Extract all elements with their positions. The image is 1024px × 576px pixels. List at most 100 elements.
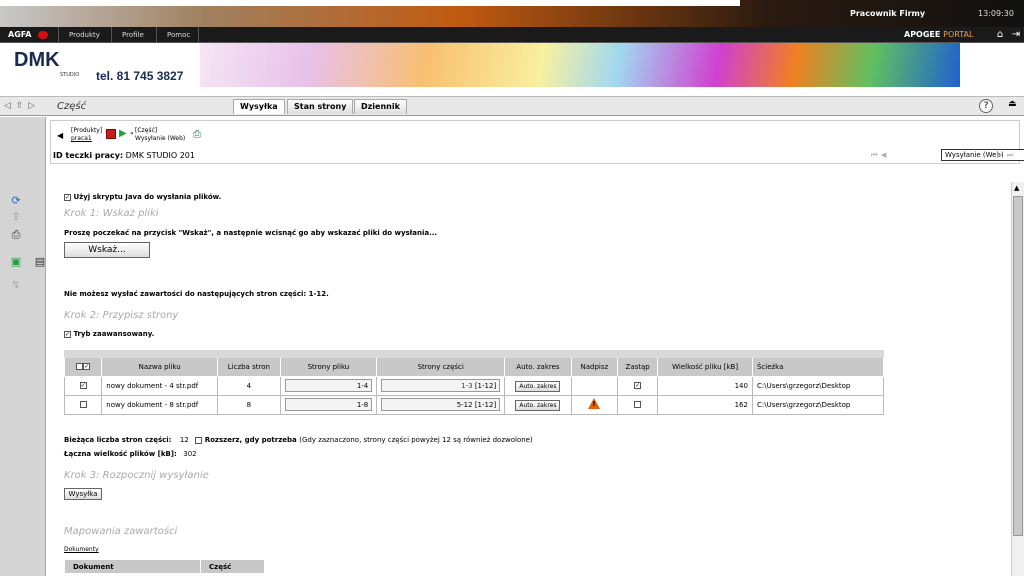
- col-overwrite: Nadpisz: [570, 350, 619, 377]
- file-pages-cell: 1-4: [279, 375, 378, 396]
- col-path: Ścieżka: [751, 350, 885, 377]
- main-scrollbar[interactable]: ▲: [1011, 182, 1024, 576]
- print-icon[interactable]: ⎙: [9, 229, 23, 241]
- part-pages-value: 1-3: [461, 382, 473, 390]
- auto-range-button[interactable]: Auto. zakres: [515, 399, 561, 411]
- java-checkbox[interactable]: ✓: [64, 193, 71, 201]
- link-icon: ↯: [11, 278, 21, 291]
- menu-item-profile[interactable]: Profile: [111, 27, 154, 43]
- portal-sub: PORTAL: [943, 30, 974, 39]
- breadcrumb-separator-icon: »: [130, 130, 134, 137]
- replace-cell: [616, 394, 659, 415]
- file-name: nowy dokument - 8 str.pdf: [101, 394, 219, 415]
- clock: 13:09:30: [978, 9, 1014, 18]
- menu-item-pomoc[interactable]: Pomoc: [156, 27, 200, 43]
- refresh-icon[interactable]: ⟳: [9, 195, 23, 207]
- pdf-icon[interactable]: [106, 129, 116, 139]
- agfa-logo: AGFA: [8, 30, 32, 39]
- logout-icon[interactable]: ⇥: [1010, 29, 1022, 41]
- dmk-logo: DMK: [14, 49, 60, 71]
- total-size-label: Łączna wielkość plików [kB]:: [64, 450, 177, 458]
- printer-icon[interactable]: ▤: [33, 256, 47, 268]
- extend-checkbox[interactable]: [195, 436, 203, 444]
- files-table: ✓ Nazwa pliku Liczba stron Strony pliku …: [63, 350, 885, 415]
- mapping-title: Mapowania zawartości: [64, 526, 178, 537]
- select-all-checkbox[interactable]: ✓: [83, 363, 91, 371]
- part-pages-range: [1-12]: [474, 401, 497, 409]
- add-file-icon[interactable]: ▣: [9, 256, 23, 268]
- row-checkbox[interactable]: ✓: [79, 382, 87, 389]
- total-size-info: Łączna wielkość plików [kB]: 302: [64, 450, 197, 458]
- select-all-header: ✓: [63, 350, 103, 377]
- top-bar-strip: [0, 0, 740, 6]
- breadcrumb-produkty: [Produkty] praca1: [71, 127, 102, 143]
- row-select-cell: [63, 394, 103, 415]
- step3-title: Krok 3: Rozpocznij wysyłanie: [64, 470, 209, 481]
- file-name: nowy dokument - 4 str.pdf: [101, 375, 219, 396]
- col-part-pages: Strony części: [376, 350, 506, 377]
- banner-art: [200, 43, 960, 87]
- mapping-col-document: Dokument: [64, 559, 201, 574]
- step1-instructions: Proszę poczekać na przycisk "Wskaż", a n…: [64, 229, 438, 237]
- play-icon[interactable]: ▶: [119, 128, 127, 139]
- breadcrumb-produkty-label: [Produkty]: [71, 127, 103, 134]
- browse-button[interactable]: Wskaż...: [64, 242, 150, 258]
- replace-cell: ✓: [616, 375, 659, 396]
- part-pages-input[interactable]: 1-3 [1-12]: [381, 379, 501, 392]
- collapse-icon[interactable]: ⏏: [1008, 99, 1017, 109]
- auto-range-button[interactable]: Auto. zakres: [515, 380, 561, 392]
- table-row: ✓ nowy dokument - 4 str.pdf 4 1-4 1-3 [1…: [63, 375, 885, 396]
- scroll-up-icon[interactable]: ▲: [1014, 184, 1019, 192]
- replace-checkbox[interactable]: ✓: [634, 382, 642, 389]
- advanced-checkbox[interactable]: ✓: [64, 330, 71, 338]
- history-nav-icon[interactable]: ◁ ⇧ ▷: [4, 101, 36, 111]
- section-title: Część: [57, 101, 87, 112]
- cannot-send-message: Nie możesz wysłać zawartości do następuj…: [64, 290, 329, 298]
- part-pages-range: [1-12]: [474, 382, 497, 390]
- auto-range-cell: Auto. zakres: [504, 394, 572, 415]
- breadcrumb-praca-link[interactable]: praca1: [71, 135, 92, 142]
- stage-dropdown-value: Wysyłanie (Web): [945, 151, 1004, 159]
- job-id-value: DMK STUDIO 201: [125, 151, 195, 160]
- table-header-row: ✓ Nazwa pliku Liczba stron Strony pliku …: [63, 350, 885, 377]
- apogee-portal-logo: APOGEE PORTAL: [904, 30, 973, 39]
- send-button[interactable]: Wysyłka: [64, 488, 102, 500]
- menu-divider: [198, 27, 199, 43]
- back-arrow-icon[interactable]: ◀: [57, 131, 63, 140]
- home-icon[interactable]: ⌂: [994, 29, 1006, 41]
- mapping-col-part: Część: [200, 559, 265, 574]
- tab-stan-strony[interactable]: Stan strony: [287, 99, 354, 114]
- scrollbar-thumb[interactable]: [1013, 196, 1023, 536]
- web-upload-icon[interactable]: ⎙: [193, 129, 201, 140]
- pager-last-icon: ⏭: [1007, 151, 1014, 159]
- banner: DMK STUDIO tel. 81 745 3827: [0, 43, 1024, 87]
- pager-prev-icon: ◀: [881, 151, 887, 159]
- auto-range-cell: Auto. zakres: [504, 375, 572, 396]
- documents-link[interactable]: Dokumenty: [64, 546, 99, 553]
- replace-checkbox[interactable]: [634, 401, 642, 408]
- file-pages-input[interactable]: 1-4: [284, 379, 373, 392]
- part-pages-cell: 5-12 [1-12]: [376, 394, 506, 415]
- row-checkbox[interactable]: [79, 401, 87, 408]
- current-pages-info: Bieżąca liczba stron części: 12 Rozszerz…: [64, 436, 533, 444]
- col-file-name: Nazwa pliku: [101, 350, 219, 377]
- pager-next-icon: ▶: [997, 151, 1003, 159]
- table-row: nowy dokument - 8 str.pdf 8 1-8 5-12 [1-…: [63, 394, 885, 415]
- menu-item-produkty[interactable]: Produkty: [58, 27, 110, 43]
- file-path: C:\Users\grzegorz\Desktop: [751, 394, 885, 415]
- help-icon[interactable]: ?: [979, 99, 993, 113]
- total-size-value: 302: [183, 450, 197, 458]
- tab-wysylka[interactable]: Wysyłka: [233, 99, 285, 114]
- file-pages-input[interactable]: 1-8: [284, 398, 373, 411]
- col-replace: Zastąp: [616, 350, 659, 377]
- file-size: 162: [657, 394, 753, 415]
- job-id-label: ID teczki pracy:: [53, 151, 124, 160]
- step2-title: Krok 2: Przypisz strony: [64, 310, 179, 321]
- current-pages-value: 12: [179, 436, 189, 444]
- advanced-label: Tryb zaawansowany.: [73, 330, 155, 338]
- select-none-checkbox[interactable]: [76, 363, 84, 371]
- part-pages-input[interactable]: 5-12 [1-12]: [381, 398, 501, 411]
- java-option: ✓ Użyj skryptu Java do wysłania plików.: [64, 193, 221, 201]
- tab-dziennik[interactable]: Dziennik: [354, 99, 407, 114]
- breadcrumb-czesc: [Część] Wysyłanie (Web): [135, 127, 185, 143]
